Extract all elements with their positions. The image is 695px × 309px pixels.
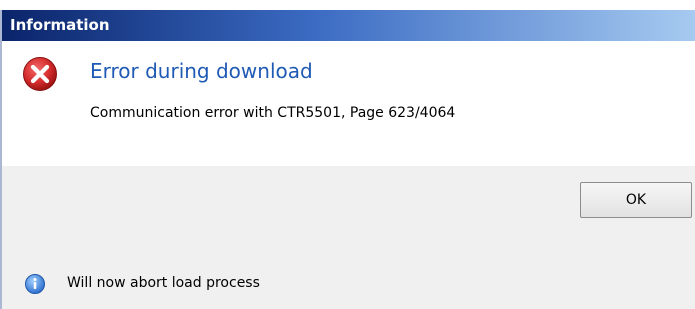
error-message: Communication error with CTR5501, Page 6… (90, 105, 456, 121)
window-title: Information (10, 16, 110, 34)
error-icon (23, 57, 57, 91)
footer-text: Will now abort load process (67, 275, 260, 291)
message-panel: Error during download Communication erro… (2, 41, 695, 166)
info-icon (25, 274, 45, 294)
ok-button[interactable]: OK (580, 182, 692, 218)
dialog-heading: Error during download (90, 59, 313, 83)
title-bar[interactable]: Information (2, 10, 695, 41)
information-dialog: Information Error during download Commun… (0, 10, 695, 309)
